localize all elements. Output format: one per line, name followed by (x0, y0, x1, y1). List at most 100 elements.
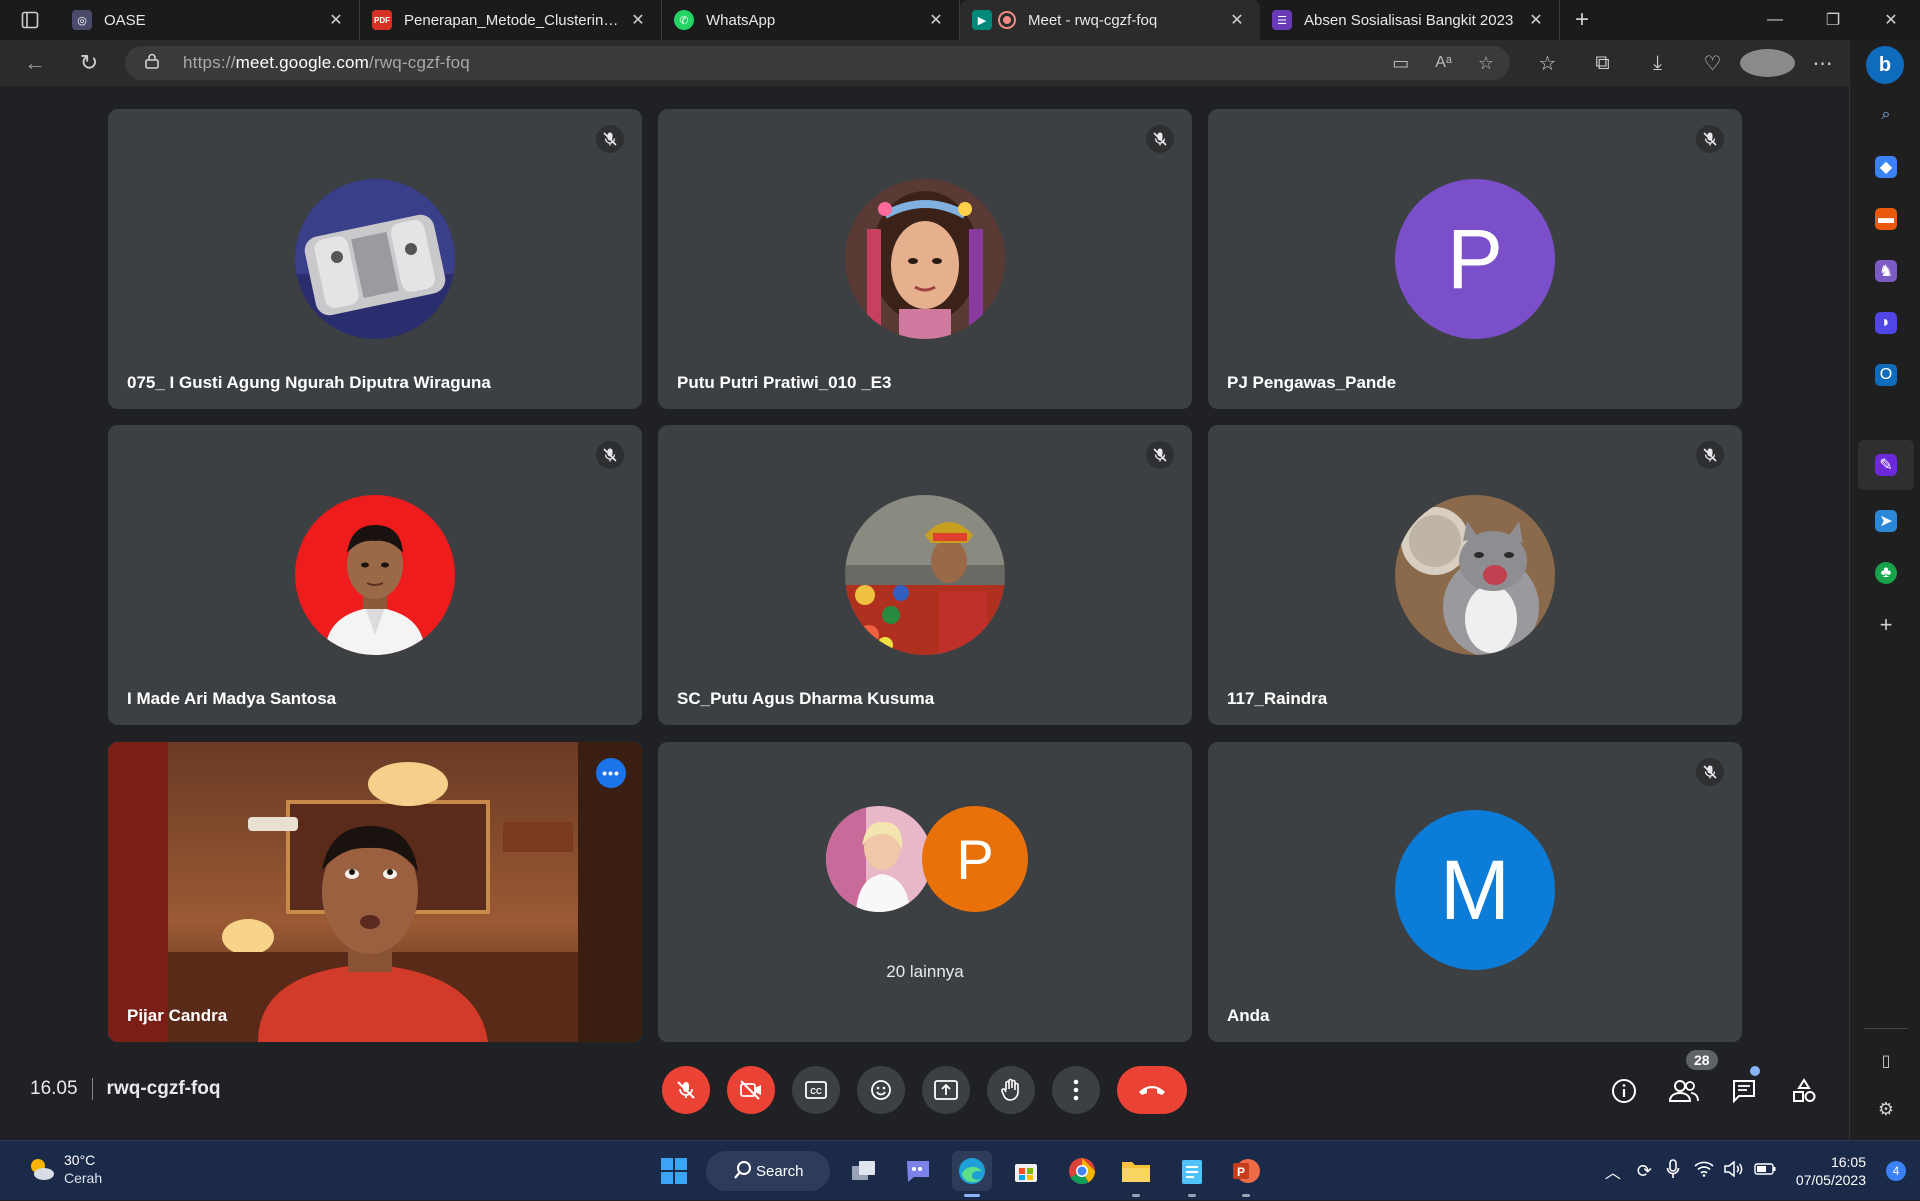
add-favorite-icon[interactable]: ☆ (1478, 53, 1494, 74)
toggle-mic-button[interactable] (662, 1066, 710, 1114)
microphone-icon[interactable] (1666, 1158, 1680, 1184)
others-tile[interactable]: P 20 lainnya (658, 742, 1192, 1042)
activities-icon[interactable] (1784, 1071, 1824, 1111)
toggle-camera-button[interactable] (727, 1066, 775, 1114)
read-aloud-icon[interactable]: Aᵃ (1435, 54, 1452, 72)
captions-button[interactable]: CC (792, 1066, 840, 1114)
close-window-icon[interactable]: ✕ (1862, 0, 1920, 40)
more-options-icon[interactable]: ••• (596, 758, 626, 788)
wifi-icon[interactable] (1694, 1161, 1714, 1182)
tab-actions-icon[interactable] (0, 0, 60, 40)
drop-icon[interactable]: ➤ (1875, 510, 1897, 532)
participant-tile[interactable]: Putu Putri Pratiwi_010 _E3 (658, 109, 1192, 409)
camera-in-use-icon[interactable]: ▭ (1392, 53, 1409, 74)
file-explorer-icon[interactable] (1116, 1151, 1156, 1197)
participant-tile-self[interactable]: M Anda (1208, 742, 1742, 1042)
tab-meet[interactable]: ▶ Meet - rwq-cgzf-foq ✕ (960, 0, 1260, 40)
task-view-icon[interactable] (844, 1151, 884, 1191)
participant-name: Anda (1227, 1006, 1270, 1025)
avatar: M (1395, 810, 1555, 970)
participant-name: Putu Putri Pratiwi_010 _E3 (677, 373, 892, 392)
participant-tile[interactable]: I Made Ari Madya Santosa (108, 425, 642, 725)
clock[interactable]: 16:05 07/05/2023 (1796, 1153, 1866, 1189)
participant-tile[interactable]: 075_ I Gusti Agung Ngurah Diputra Wiragu… (108, 109, 642, 409)
hide-sidebar-icon[interactable]: ▯ (1875, 1050, 1897, 1072)
shopping-icon[interactable]: ◆ (1875, 156, 1897, 178)
present-screen-button[interactable] (922, 1066, 970, 1114)
address-bar[interactable]: https://meet.google.com/rwq-cgzf-foq ▭ A… (125, 46, 1510, 80)
muted-mic-icon (1696, 758, 1724, 786)
sync-icon[interactable]: ⟳ (1637, 1161, 1652, 1182)
back-icon[interactable]: ← (8, 40, 62, 86)
collections-icon[interactable]: ⧉ (1575, 52, 1630, 75)
raise-hand-button[interactable] (987, 1066, 1035, 1114)
lock-icon[interactable] (145, 53, 165, 73)
browser-essentials-icon[interactable]: ♡ (1685, 51, 1740, 76)
refresh-icon[interactable]: ↻ (62, 40, 116, 86)
people-icon[interactable] (1664, 1071, 1704, 1111)
search-label: Search (756, 1162, 804, 1180)
tab-pdf[interactable]: PDF Penerapan_Metode_Clustering_Te ✕ (360, 0, 662, 40)
participant-tile[interactable]: SC_Putu Agus Dharma Kusuma (658, 425, 1192, 725)
close-tab-icon[interactable]: ✕ (327, 10, 345, 30)
weather-condition: Cerah (64, 1170, 103, 1186)
more-options-button[interactable] (1052, 1066, 1100, 1114)
microsoft-store-icon[interactable] (1006, 1151, 1046, 1191)
settings-more-icon[interactable]: ⋯ (1795, 51, 1850, 76)
present-icon (934, 1080, 958, 1100)
add-sidebar-app-icon[interactable]: + (1875, 612, 1897, 637)
search-icon[interactable]: ⌕ (1875, 104, 1897, 126)
avatar (295, 179, 455, 339)
participant-tile[interactable]: 117_Raindra (1208, 425, 1742, 725)
games-icon[interactable]: ♞ (1875, 260, 1897, 282)
volume-icon[interactable] (1724, 1159, 1744, 1182)
avatar (845, 495, 1005, 655)
battery-icon[interactable] (1754, 1162, 1776, 1180)
reactions-button[interactable] (857, 1066, 905, 1114)
downloads-icon[interactable]: ⤓ (1630, 52, 1685, 75)
tab-title: Absen Sosialisasi Bangkit 2023 (1304, 11, 1514, 29)
outlook-icon[interactable]: O (1875, 364, 1897, 386)
weather-widget[interactable]: 30°C Cerah (26, 1151, 102, 1187)
taskbar-search[interactable]: Search (706, 1151, 830, 1191)
edge-taskbar-icon[interactable] (952, 1151, 992, 1197)
chrome-icon[interactable] (1062, 1151, 1102, 1191)
participant-name: PJ Pengawas_Pande (1227, 373, 1397, 392)
restore-icon[interactable]: ❐ (1804, 0, 1862, 40)
minimize-icon[interactable]: — (1746, 0, 1804, 40)
favorites-icon[interactable]: ☆ (1520, 51, 1575, 76)
start-icon[interactable] (654, 1151, 694, 1191)
teams-chat-icon[interactable] (898, 1151, 938, 1191)
new-tab-button[interactable]: + (1560, 6, 1604, 34)
notepad-icon[interactable] (1172, 1151, 1212, 1197)
participant-tile[interactable]: P PJ Pengawas_Pande (1208, 109, 1742, 409)
tab-forms[interactable]: ☰ Absen Sosialisasi Bangkit 2023 ✕ (1260, 0, 1560, 40)
microsoft-365-icon[interactable]: ◗ (1875, 312, 1897, 334)
notification-badge[interactable]: 4 (1886, 1161, 1906, 1181)
tools-icon[interactable]: ▬ (1875, 208, 1897, 230)
close-tab-icon[interactable]: ✕ (1527, 10, 1545, 30)
bing-chat-icon[interactable]: b (1866, 46, 1904, 84)
chat-icon[interactable] (1724, 1071, 1764, 1111)
powerpoint-icon[interactable]: P (1226, 1151, 1266, 1197)
tree-icon[interactable]: ♣ (1875, 562, 1897, 584)
sidebar-settings-icon[interactable]: ⚙ (1875, 1098, 1897, 1120)
meeting-code: rwq-cgzf-foq (106, 1078, 221, 1099)
tab-whatsapp[interactable]: ✆ WhatsApp ✕ (662, 0, 960, 40)
tab-oase[interactable]: ◎ OASE ✕ (60, 0, 360, 40)
close-tab-icon[interactable]: ✕ (629, 10, 647, 30)
designer-icon[interactable]: ✎ (1875, 454, 1897, 476)
camera-off-icon (740, 1080, 761, 1100)
url-text[interactable]: https://meet.google.com/rwq-cgzf-foq (183, 53, 470, 73)
close-tab-icon[interactable]: ✕ (1228, 10, 1246, 30)
temperature: 30°C (64, 1152, 96, 1168)
meeting-details-icon[interactable] (1604, 1071, 1644, 1111)
edge-sidebar: b ⌕ ◆ ▬ ♞ ◗ O ✎ ➤ ♣ + ▯ ⚙ (1849, 40, 1920, 1140)
show-hidden-icons-icon[interactable]: ︿ (1605, 1159, 1621, 1183)
participant-tile-self-video[interactable]: ••• Pijar Candra (108, 742, 642, 1042)
close-tab-icon[interactable]: ✕ (927, 10, 945, 30)
participant-name: 075_ I Gusti Agung Ngurah Diputra Wiragu… (127, 373, 491, 392)
profile-avatar[interactable] (1740, 49, 1795, 77)
system-tray: ︿ ⟳ 16:05 07/05/2023 4 (1605, 1141, 1920, 1201)
leave-call-button[interactable] (1117, 1066, 1187, 1114)
